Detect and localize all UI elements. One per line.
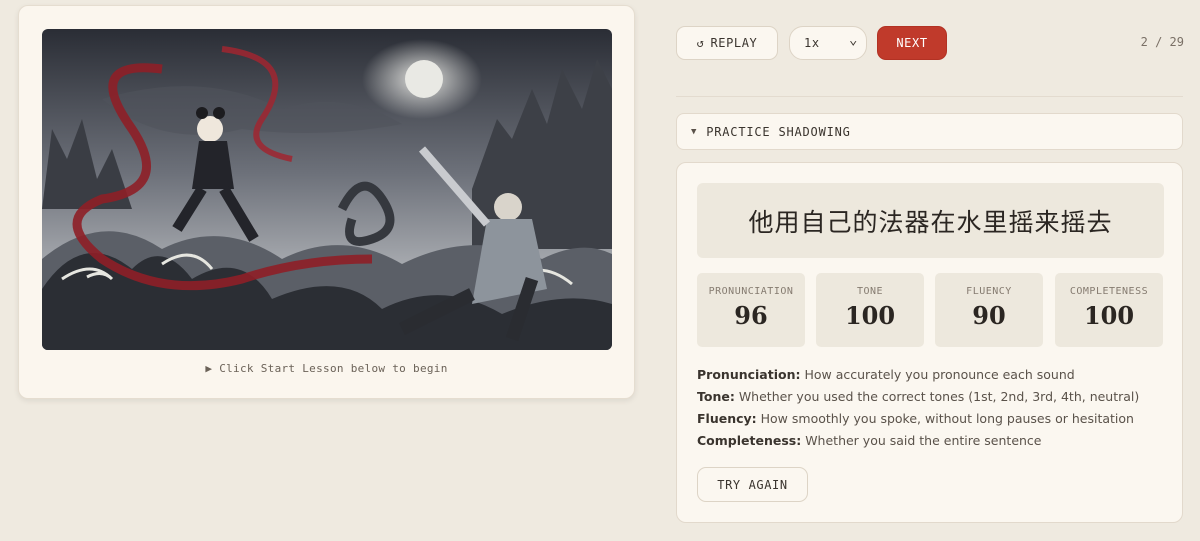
replay-icon: ↺	[696, 36, 705, 50]
score-label: FLUENCY	[966, 286, 1012, 297]
moon	[405, 60, 443, 98]
score-value: 90	[972, 301, 1006, 330]
description-tone: Tone: Whether you used the correct tones…	[697, 389, 1140, 404]
lesson-card: ▶ Click Start Lesson below to begin	[18, 5, 635, 399]
score-label: TONE	[856, 286, 884, 297]
lesson-counter: 2 / 29	[1140, 35, 1184, 49]
score-descriptions: Pronunciation: How accurately you pronou…	[697, 364, 1167, 452]
start-lesson-hint: ▶ Click Start Lesson below to begin	[205, 362, 448, 375]
try-again-button[interactable]: TRY AGAIN	[697, 467, 808, 502]
replay-label: REPLAY	[710, 36, 758, 50]
shadowing-results-panel: 他用自己的法器在水里摇来摇去 PRONUNCIATION 96 TONE 100…	[676, 162, 1183, 523]
score-pronunciation: PRONUNCIATION 96	[697, 273, 805, 347]
practice-shadowing-label: PRACTICE SHADOWING	[706, 124, 851, 139]
description-pronunciation: Pronunciation: How accurately you pronou…	[697, 367, 1075, 382]
playback-speed-select[interactable]: 1x ⌄	[789, 26, 867, 60]
score-label: PRONUNCIATION	[708, 286, 794, 297]
practice-shadowing-toggle[interactable]: ▼ PRACTICE SHADOWING	[676, 113, 1183, 150]
score-value: 100	[1083, 301, 1135, 330]
score-fluency: FLUENCY 90	[935, 273, 1043, 347]
speed-value: 1x	[804, 36, 820, 50]
description-fluency: Fluency: How smoothly you spoke, without…	[697, 411, 1134, 426]
score-tone: TONE 100	[816, 273, 924, 347]
replay-button[interactable]: ↺ REPLAY	[676, 26, 778, 60]
target-sentence: 他用自己的法器在水里摇来摇去	[697, 183, 1164, 258]
triangle-down-icon: ▼	[691, 126, 698, 137]
score-value: 100	[844, 301, 896, 330]
chevron-down-icon: ⌄	[848, 32, 858, 48]
lesson-illustration	[42, 29, 612, 350]
score-value: 96	[734, 301, 768, 330]
score-label: COMPLETENESS	[1069, 286, 1149, 297]
score-completeness: COMPLETENESS 100	[1055, 273, 1163, 347]
description-completeness: Completeness: Whether you said the entir…	[697, 433, 1042, 448]
divider	[676, 96, 1183, 97]
next-button[interactable]: NEXT	[877, 26, 947, 60]
